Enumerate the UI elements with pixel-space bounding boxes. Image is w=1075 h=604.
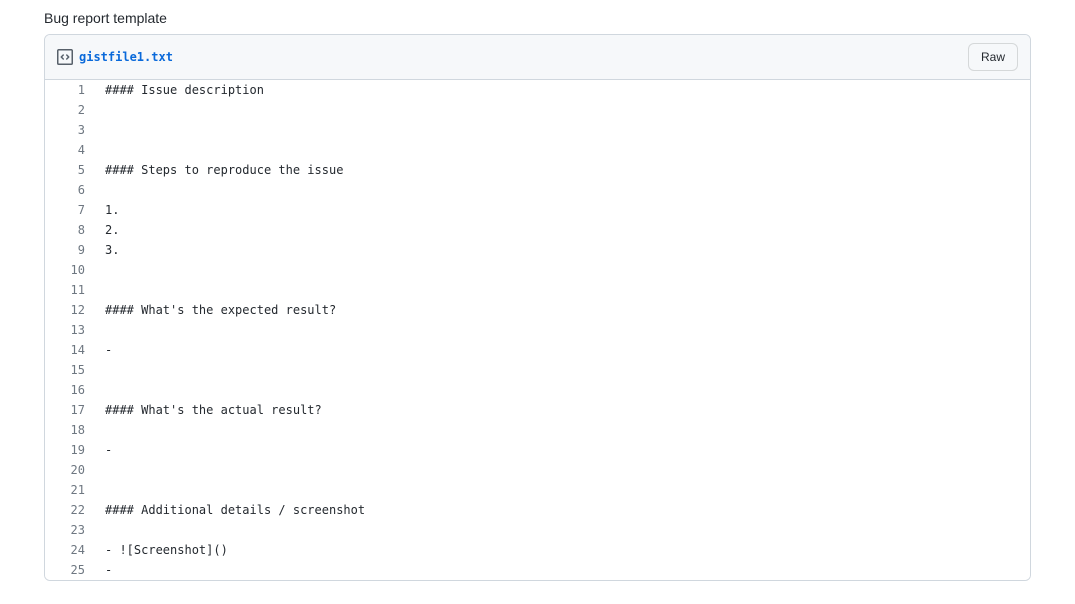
line-content[interactable]: #### Additional details / screenshot [95,500,1030,520]
code-line: 2 [45,100,1030,120]
line-number[interactable]: 16 [45,380,95,400]
line-number[interactable]: 23 [45,520,95,540]
code-line: 4 [45,140,1030,160]
line-content[interactable]: - [95,440,1030,460]
code-line: 23 [45,520,1030,540]
filename-link[interactable]: gistfile1.txt [79,50,173,64]
line-content[interactable] [95,320,1030,340]
line-content[interactable]: 2. [95,220,1030,240]
line-number[interactable]: 13 [45,320,95,340]
line-number[interactable]: 1 [45,80,95,100]
code-line: 82. [45,220,1030,240]
code-line: 5#### Steps to reproduce the issue [45,160,1030,180]
code-line: 20 [45,460,1030,480]
code-line: 12#### What's the expected result? [45,300,1030,320]
page-title: Bug report template [0,0,1075,34]
line-content[interactable] [95,480,1030,500]
code-line: 15 [45,360,1030,380]
code-line: 16 [45,380,1030,400]
line-number[interactable]: 18 [45,420,95,440]
line-number[interactable]: 9 [45,240,95,260]
line-number[interactable]: 17 [45,400,95,420]
line-content[interactable]: #### What's the expected result? [95,300,1030,320]
line-number[interactable]: 4 [45,140,95,160]
code-line: 24- ![Screenshot]() [45,540,1030,560]
line-content[interactable] [95,180,1030,200]
line-content[interactable] [95,120,1030,140]
line-number[interactable]: 2 [45,100,95,120]
code-line: 71. [45,200,1030,220]
line-content[interactable] [95,360,1030,380]
line-number[interactable]: 24 [45,540,95,560]
code-line: 21 [45,480,1030,500]
line-number[interactable]: 10 [45,260,95,280]
code-line: 10 [45,260,1030,280]
line-content[interactable] [95,260,1030,280]
code-line: 3 [45,120,1030,140]
line-content[interactable]: #### What's the actual result? [95,400,1030,420]
code-line: 11 [45,280,1030,300]
line-content[interactable]: - ![Screenshot]() [95,540,1030,560]
code-line: 14- [45,340,1030,360]
code-table: 1#### Issue description2345#### Steps to… [45,80,1030,580]
code-line: 93. [45,240,1030,260]
line-content[interactable] [95,520,1030,540]
line-number[interactable]: 12 [45,300,95,320]
line-number[interactable]: 22 [45,500,95,520]
line-content[interactable] [95,100,1030,120]
line-number[interactable]: 3 [45,120,95,140]
line-number[interactable]: 21 [45,480,95,500]
line-number[interactable]: 8 [45,220,95,240]
line-content[interactable] [95,280,1030,300]
code-line: 18 [45,420,1030,440]
code-line: 1#### Issue description [45,80,1030,100]
line-number[interactable]: 14 [45,340,95,360]
code-line: 19- [45,440,1030,460]
line-number[interactable]: 20 [45,460,95,480]
line-content[interactable]: - [95,340,1030,360]
file-info: gistfile1.txt [57,49,173,65]
code-square-icon [57,49,73,65]
code-line: 17#### What's the actual result? [45,400,1030,420]
line-content[interactable] [95,420,1030,440]
code-line: 25- [45,560,1030,580]
line-content[interactable]: 1. [95,200,1030,220]
line-number[interactable]: 5 [45,160,95,180]
line-content[interactable]: #### Steps to reproduce the issue [95,160,1030,180]
line-content[interactable] [95,380,1030,400]
line-content[interactable]: #### Issue description [95,80,1030,100]
code-line: 6 [45,180,1030,200]
file-header: gistfile1.txt Raw [45,35,1030,80]
line-content[interactable] [95,140,1030,160]
line-number[interactable]: 19 [45,440,95,460]
line-content[interactable]: 3. [95,240,1030,260]
line-number[interactable]: 15 [45,360,95,380]
code-line: 13 [45,320,1030,340]
line-number[interactable]: 11 [45,280,95,300]
code-area: 1#### Issue description2345#### Steps to… [45,80,1030,580]
line-content[interactable] [95,460,1030,480]
line-number[interactable]: 25 [45,560,95,580]
raw-button[interactable]: Raw [968,43,1018,71]
line-number[interactable]: 6 [45,180,95,200]
file-box: gistfile1.txt Raw 1#### Issue descriptio… [44,34,1031,581]
code-line: 22#### Additional details / screenshot [45,500,1030,520]
line-number[interactable]: 7 [45,200,95,220]
line-content[interactable]: - [95,560,1030,580]
